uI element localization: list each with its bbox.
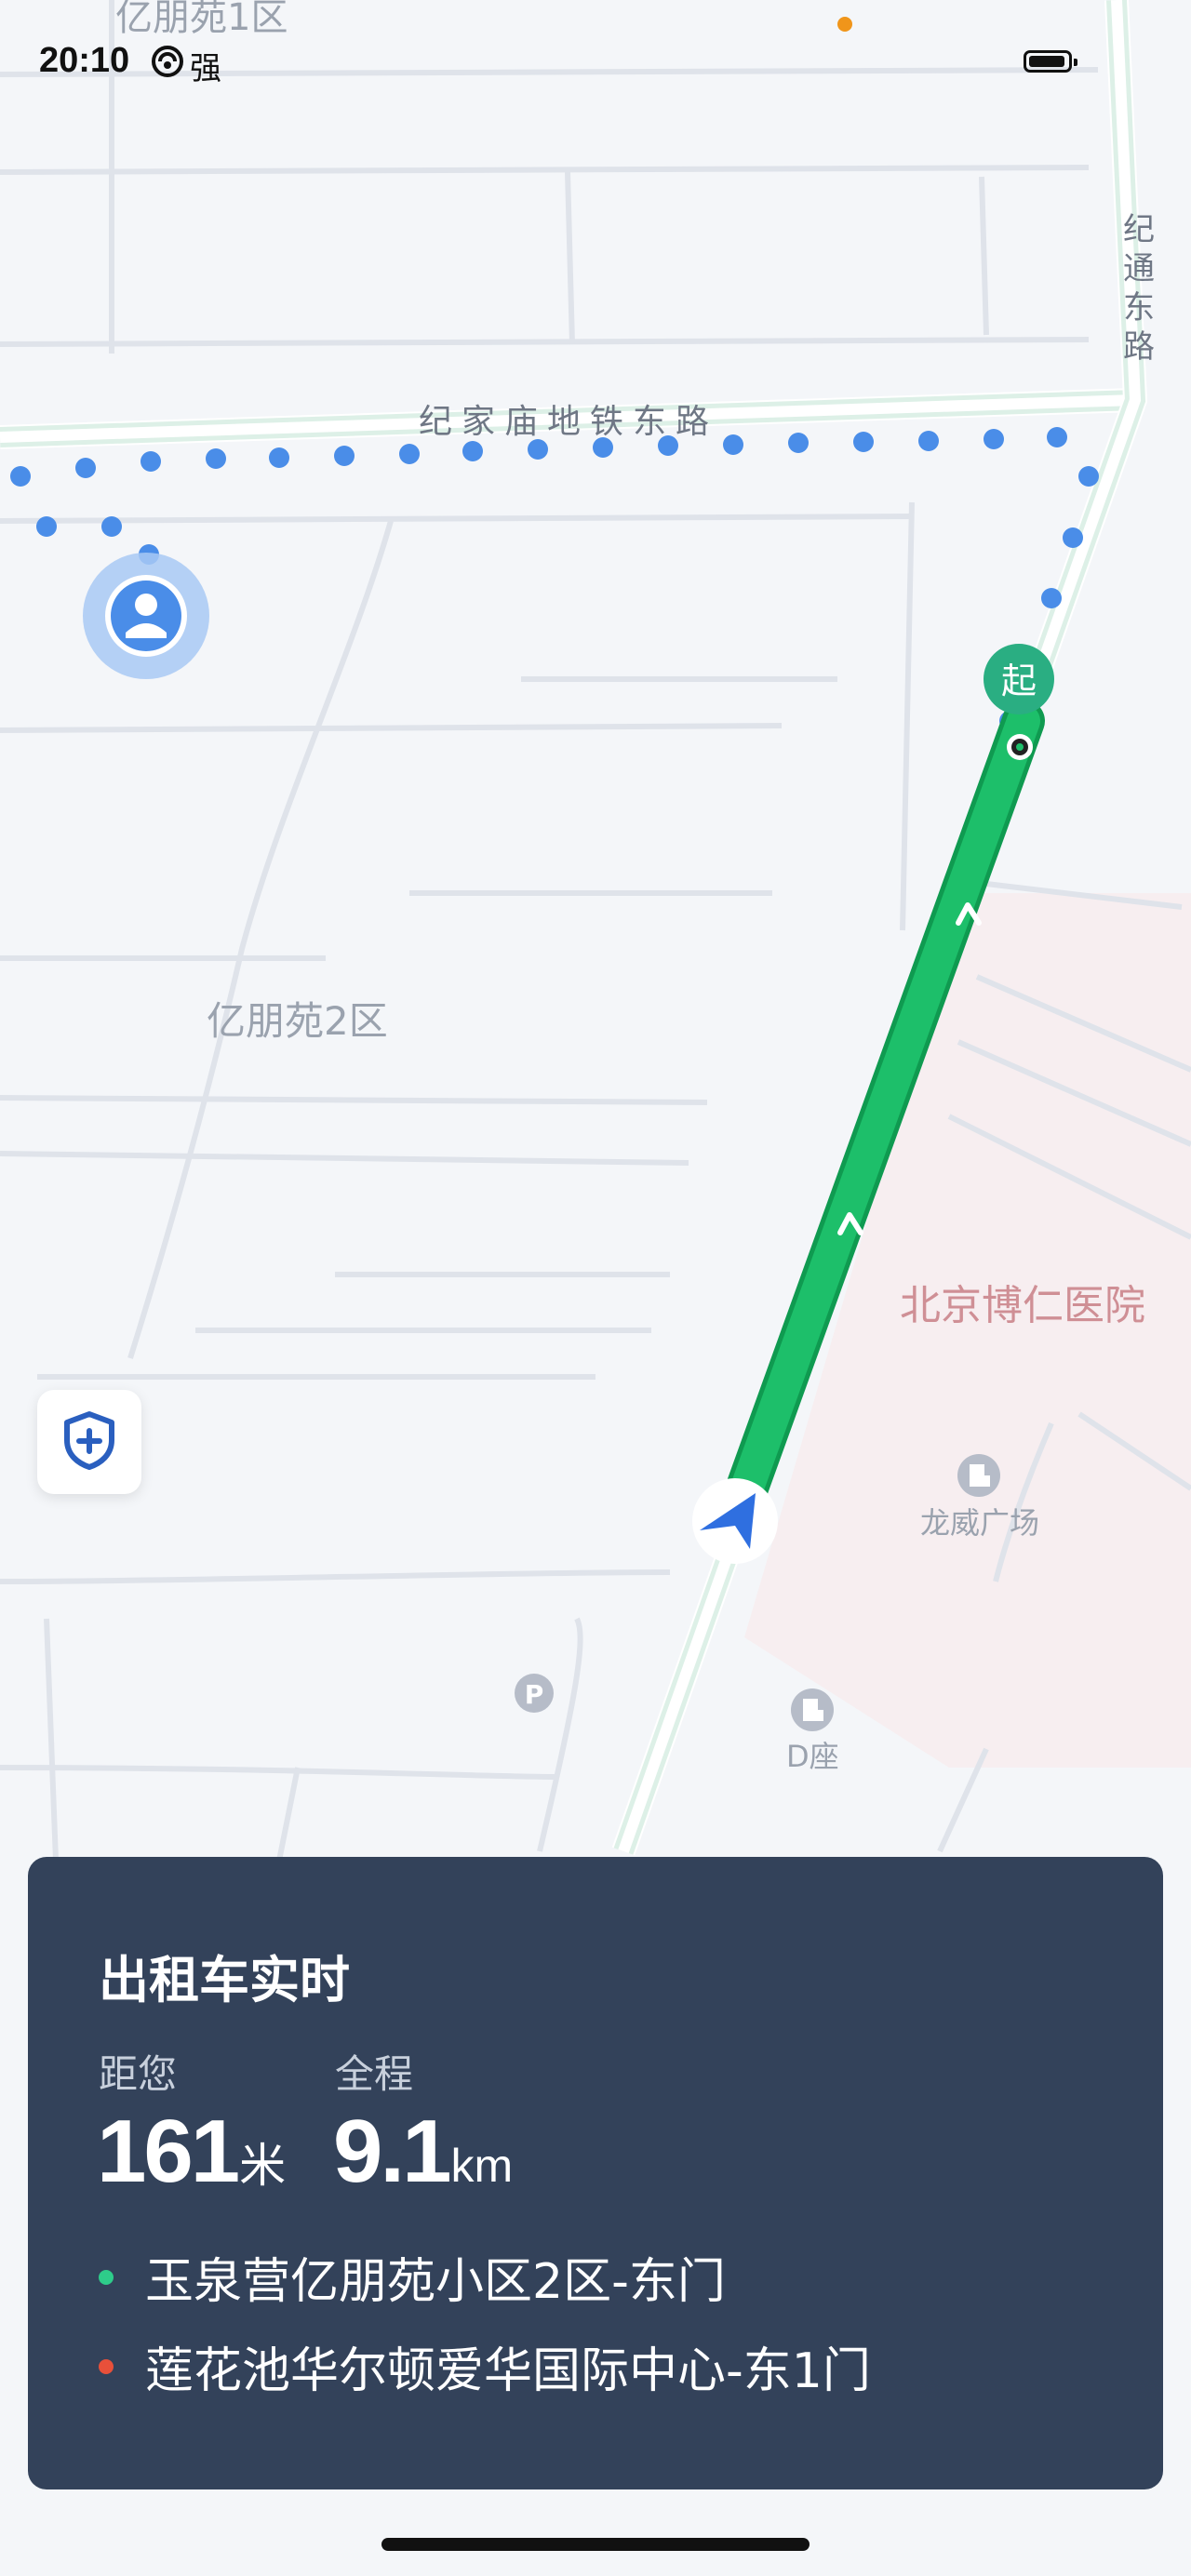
home-indicator[interactable]: [381, 2538, 810, 2551]
map-label-area-2: 亿朋苑2区: [207, 998, 388, 1044]
card-title: 出租车实时: [99, 1951, 350, 2009]
map-label-road-east: 纪家庙地铁东路: [419, 403, 718, 441]
distance-label: 距您: [99, 2051, 178, 2097]
map-label-hospital: 北京博仁医院: [900, 1282, 1145, 1329]
map-label-building-d: D座: [786, 1739, 839, 1774]
user-location-icon[interactable]: [83, 553, 209, 679]
destination-dot-icon: [99, 2358, 114, 2374]
taxi-info-card[interactable]: 出租车实时 距您 全程 161米 9.1km 玉泉营亿朋苑小区2区-东门 莲花池…: [28, 1857, 1163, 2489]
safety-button[interactable]: [37, 1390, 141, 1494]
distance-unit: 米: [239, 2140, 287, 2192]
origin-dot-icon: [99, 2269, 114, 2285]
status-signal: 强: [151, 43, 221, 88]
svg-text:纪: 纪: [1123, 211, 1155, 248]
distance-value: 161米: [97, 2101, 286, 2203]
svg-text:东: 东: [1123, 289, 1155, 327]
start-marker-label: 起: [1001, 661, 1037, 701]
distance-number: 161: [97, 2102, 240, 2201]
status-time: 20:10: [39, 41, 130, 80]
signal-label: 强: [190, 50, 221, 87]
total-value: 9.1km: [333, 2101, 513, 2203]
total-label: 全程: [335, 2051, 414, 2097]
total-number: 9.1: [333, 2102, 451, 2201]
signal-icon: [151, 45, 184, 87]
svg-text:路: 路: [1123, 328, 1155, 366]
total-unit: km: [450, 2140, 514, 2192]
building-icon: [791, 1688, 834, 1731]
svg-text:P: P: [525, 1679, 544, 1710]
destination-row: 莲花池华尔顿爱华国际中心-东1门: [99, 2331, 871, 2401]
parking-icon: P: [515, 1674, 554, 1713]
battery-icon: [1024, 50, 1077, 73]
destination-text: 莲花池华尔顿爱华国际中心-东1门: [145, 2343, 871, 2399]
svg-text:通: 通: [1123, 250, 1155, 287]
map-label-plaza: 龙威广场: [920, 1505, 1039, 1541]
car-navigation-icon: [692, 1478, 778, 1564]
origin-text: 玉泉营亿朋苑小区2区-东门: [145, 2254, 726, 2310]
map-label-area-1: 亿朋苑1区: [115, 0, 288, 39]
building-icon: [957, 1454, 1000, 1497]
safety-shield-icon: [61, 1410, 117, 1474]
origin-row: 玉泉营亿朋苑小区2区-东门: [99, 2242, 726, 2312]
